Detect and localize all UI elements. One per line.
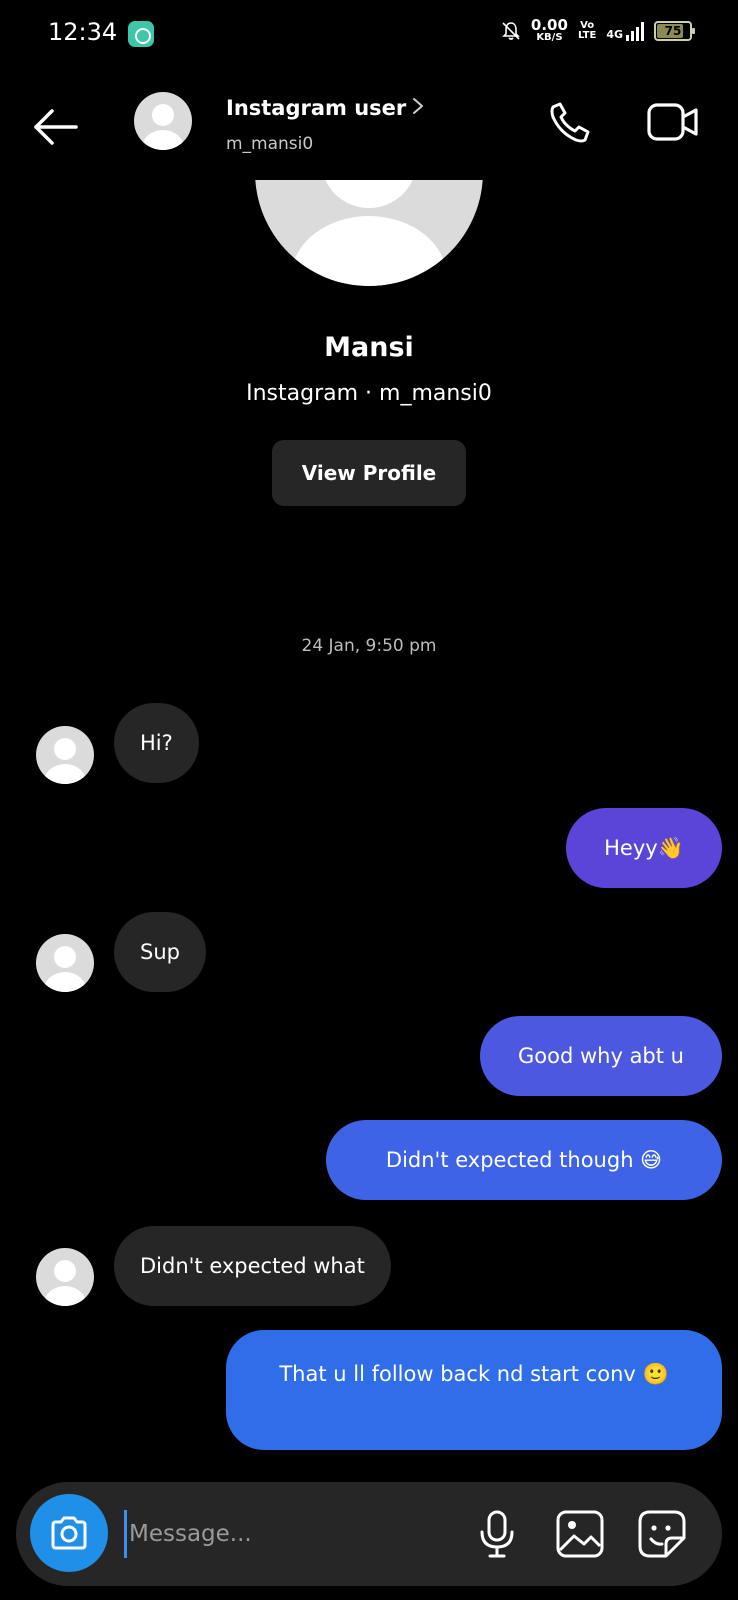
- profile-name: Mansi: [324, 332, 414, 363]
- avatar[interactable]: [36, 726, 94, 784]
- message-incoming[interactable]: Didn't expected what: [114, 1226, 391, 1306]
- battery-icon: 75: [654, 20, 695, 41]
- gallery-icon[interactable]: [554, 1508, 606, 1560]
- status-indicators: 0.00 KB/S Vo LTE 4G 75: [501, 16, 695, 43]
- message-incoming[interactable]: Hi?: [114, 703, 199, 783]
- contact-username: m_mansi0: [226, 134, 314, 154]
- avatar[interactable]: [36, 934, 94, 992]
- message-incoming[interactable]: Sup: [114, 912, 206, 992]
- status-time: 12:34: [48, 18, 118, 46]
- phone-icon[interactable]: [546, 98, 594, 146]
- signal-icon: [626, 21, 644, 41]
- contact-name[interactable]: Instagram user: [226, 96, 406, 120]
- sticker-icon[interactable]: [636, 1508, 688, 1560]
- message-outgoing[interactable]: That u ll follow back nd start conv 🙂: [226, 1330, 722, 1450]
- network-type: 4G: [606, 27, 623, 41]
- camera-button[interactable]: [30, 1494, 108, 1572]
- profile-avatar[interactable]: [254, 180, 484, 288]
- message-outgoing[interactable]: Heyy👋: [566, 808, 722, 888]
- app-notification-icon: [128, 21, 154, 47]
- network-speed: 0.00 KB/S: [530, 16, 568, 43]
- profile-subtitle: Instagram · m_mansi0: [246, 381, 492, 406]
- message-outgoing[interactable]: Didn't expected though 😅: [326, 1120, 722, 1200]
- message-outgoing[interactable]: Good why abt u: [480, 1016, 722, 1096]
- view-profile-button[interactable]: View Profile: [272, 440, 466, 506]
- volte-indicator: Vo LTE: [577, 19, 597, 41]
- chevron-right-icon[interactable]: [410, 96, 426, 116]
- microphone-icon[interactable]: [472, 1508, 522, 1560]
- message-composer: [16, 1482, 722, 1586]
- avatar[interactable]: [36, 1248, 94, 1306]
- message-input[interactable]: [124, 1510, 454, 1558]
- mute-bell-icon: [501, 21, 520, 40]
- video-camera-icon[interactable]: [646, 100, 700, 144]
- camera-icon: [51, 1516, 87, 1550]
- message-timestamp: 24 Jan, 9:50 pm: [301, 636, 437, 656]
- status-bar: 12:34 0.00 KB/S Vo LTE 4G 75: [0, 0, 738, 66]
- chat-header: Instagram user m_mansi0: [0, 78, 738, 174]
- back-arrow-icon[interactable]: [30, 102, 80, 152]
- avatar[interactable]: [134, 92, 192, 150]
